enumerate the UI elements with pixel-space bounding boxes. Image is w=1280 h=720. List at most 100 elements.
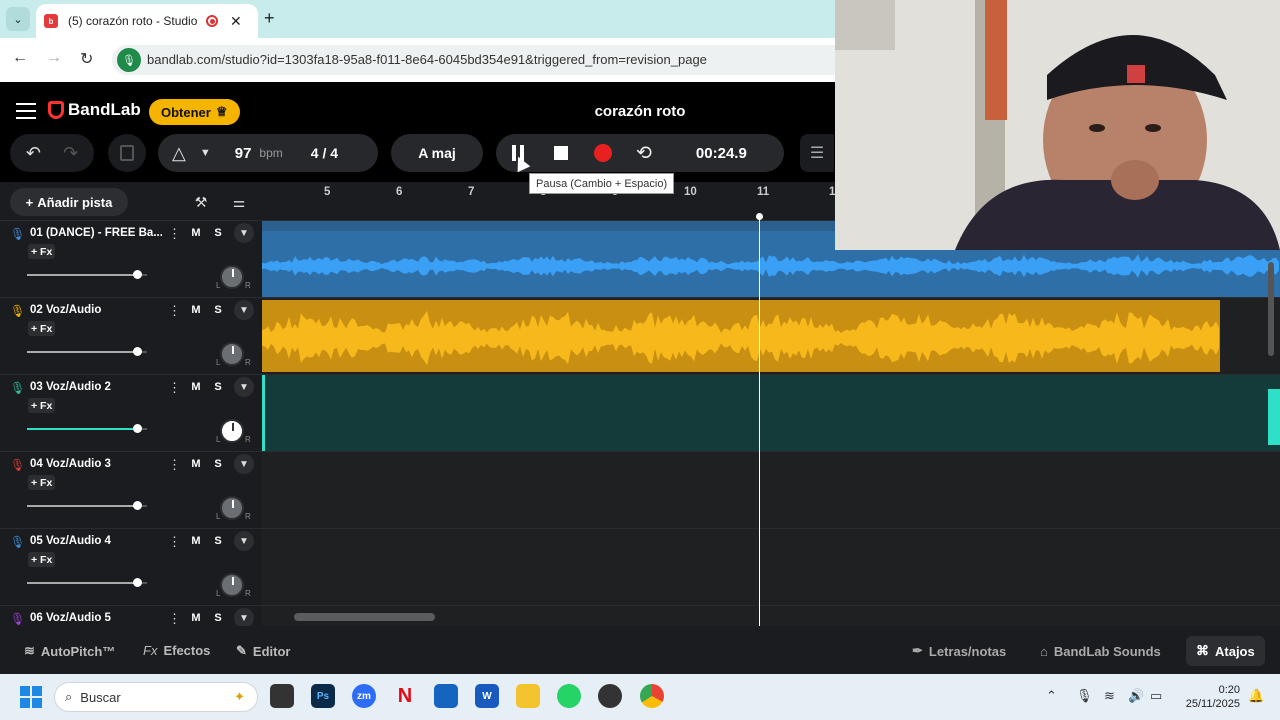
editor-button[interactable]: ✎ Editor — [236, 643, 290, 659]
track-name[interactable]: 04 Voz/Audio 3 — [30, 458, 162, 470]
zoom-icon[interactable]: zm — [352, 684, 376, 708]
more-options-icon[interactable]: ⋮ — [168, 380, 181, 396]
chrome-icon[interactable] — [640, 684, 664, 708]
solo-button[interactable]: S — [208, 454, 228, 474]
solo-button[interactable]: S — [208, 608, 228, 628]
tab-close-button[interactable]: ✕ — [230, 13, 242, 30]
add-track-button[interactable]: + Añadir pista — [10, 188, 128, 216]
url-text[interactable]: bandlab.com/studio?id=1303fa18-95a8-f011… — [147, 52, 707, 67]
microphone-icon[interactable]: 🎙 — [10, 612, 25, 626]
volume-slider-handle[interactable] — [133, 270, 142, 279]
chevron-down-icon[interactable]: ▼ — [234, 608, 254, 628]
mixer-icon[interactable]: ☰ — [800, 134, 834, 172]
chevron-down-icon[interactable]: ▼ — [234, 223, 254, 243]
notification-bell-icon[interactable]: 🔔 — [1248, 688, 1264, 704]
mute-button[interactable]: M — [186, 223, 206, 243]
photoshop-icon[interactable]: Ps — [311, 684, 335, 708]
redo-icon[interactable]: ↷ — [63, 143, 78, 164]
netflix-icon[interactable]: N — [393, 684, 417, 708]
taskbar-search[interactable]: ⌕ Buscar ✦ — [54, 682, 258, 712]
solo-button[interactable]: S — [208, 531, 228, 551]
chevron-down-icon[interactable]: ⌄ — [6, 7, 30, 31]
autopitch-button[interactable]: ≋ AutoPitch™ — [24, 643, 115, 659]
microphone-icon[interactable]: 🎙 — [10, 458, 25, 472]
pan-knob[interactable] — [220, 419, 244, 443]
vertical-scrollbar[interactable] — [1268, 262, 1274, 356]
mute-button[interactable]: M — [186, 531, 206, 551]
word-icon[interactable]: W — [475, 684, 499, 708]
bandlab-logo[interactable]: BandLab — [48, 100, 141, 120]
microphone-icon[interactable]: 🎙 — [1076, 688, 1093, 704]
add-fx-button[interactable]: + Fx — [28, 244, 56, 259]
microphone-icon[interactable]: 🎙 — [10, 227, 25, 241]
microphone-icon[interactable]: 🎙 — [10, 381, 25, 395]
project-title[interactable]: corazón roto — [560, 103, 720, 120]
shortcuts-button[interactable]: ⌘ Atajos — [1186, 636, 1265, 666]
lyrics-button[interactable]: ✒ Letras/notas — [902, 636, 1016, 666]
solo-button[interactable]: S — [208, 223, 228, 243]
metronome-toggle-button[interactable] — [108, 134, 146, 172]
pan-knob[interactable] — [220, 265, 244, 289]
pan-knob[interactable] — [220, 342, 244, 366]
track-lane[interactable] — [262, 451, 1280, 528]
track-lane[interactable] — [262, 374, 1280, 452]
solo-button[interactable]: S — [208, 377, 228, 397]
microphone-site-icon[interactable]: 🎙 — [117, 48, 141, 72]
windows-start-icon[interactable] — [20, 686, 42, 708]
volume-slider[interactable] — [27, 347, 147, 356]
battery-icon[interactable]: ▭ — [1150, 688, 1162, 704]
volume-slider[interactable] — [27, 578, 147, 587]
more-options-icon[interactable]: ⋮ — [168, 226, 181, 242]
chevron-down-icon[interactable]: ▼ — [234, 300, 254, 320]
system-clock[interactable]: 0:20 25/11/2025 — [1172, 683, 1240, 711]
time-signature[interactable]: 4 / 4 — [311, 145, 338, 161]
effects-button[interactable]: Fx Efectos — [143, 643, 210, 658]
playhead[interactable] — [759, 216, 760, 626]
mute-button[interactable]: M — [186, 300, 206, 320]
wrench-icon[interactable]: ⚒ — [188, 190, 214, 214]
metronome-icon[interactable]: △ — [172, 143, 186, 164]
mute-button[interactable]: M — [186, 608, 206, 628]
add-fx-button[interactable]: + Fx — [28, 475, 56, 490]
sliders-icon[interactable]: ⚌ — [226, 190, 252, 214]
track-name[interactable]: 01 (DANCE) - FREE Ba... — [30, 227, 162, 239]
microphone-icon[interactable]: 🎙 — [10, 535, 25, 549]
playhead-handle[interactable] — [756, 213, 763, 220]
pan-knob[interactable] — [220, 573, 244, 597]
track-header[interactable]: 🎙 01 (DANCE) - FREE Ba... ⋮ M S ▼ + Fx L R — [0, 220, 262, 297]
volume-slider[interactable] — [27, 270, 147, 279]
whatsapp-icon[interactable] — [557, 684, 581, 708]
undo-icon[interactable]: ↶ — [26, 143, 41, 164]
chevron-up-icon[interactable]: ⌃ — [1046, 688, 1057, 704]
mute-button[interactable]: M — [186, 454, 206, 474]
more-options-icon[interactable]: ⋮ — [168, 457, 181, 473]
solo-button[interactable]: S — [208, 300, 228, 320]
chevron-down-icon[interactable]: ▼ — [200, 147, 211, 159]
microsoft-store-icon[interactable] — [434, 684, 458, 708]
stop-icon[interactable] — [554, 146, 568, 160]
more-options-icon[interactable]: ⋮ — [168, 534, 181, 550]
track-name[interactable]: 03 Voz/Audio 2 — [30, 381, 162, 393]
chevron-down-icon[interactable]: ▼ — [234, 377, 254, 397]
loop-icon[interactable]: ⟲ — [636, 142, 652, 165]
track-header[interactable]: 🎙 02 Voz/Audio ⋮ M S ▼ + Fx L R — [0, 297, 262, 374]
record-icon[interactable] — [594, 144, 612, 162]
volume-slider-handle[interactable] — [133, 578, 142, 587]
key-selector[interactable]: A maj — [391, 134, 483, 172]
bpm-value[interactable]: 97 — [235, 145, 252, 162]
menu-icon[interactable] — [16, 103, 36, 119]
horizontal-scrollbar[interactable] — [294, 613, 435, 621]
volume-slider[interactable] — [27, 501, 147, 510]
browser-tab[interactable]: b (5) corazón roto - Studio ✕ — [36, 4, 258, 38]
more-options-icon[interactable]: ⋮ — [168, 303, 181, 319]
track-header[interactable]: 🎙 04 Voz/Audio 3 ⋮ M S ▼ + Fx L R — [0, 451, 262, 528]
wifi-icon[interactable]: ≋ — [1104, 688, 1115, 704]
back-arrow-icon[interactable]: ← — [12, 49, 28, 67]
mute-button[interactable]: M — [186, 377, 206, 397]
pan-knob[interactable] — [220, 496, 244, 520]
track-lane[interactable] — [262, 528, 1280, 605]
microphone-icon[interactable]: 🎙 — [10, 304, 25, 318]
file-explorer-task-view-icon[interactable] — [270, 684, 294, 708]
add-fx-button[interactable]: + Fx — [28, 321, 56, 336]
add-fx-button[interactable]: + Fx — [28, 552, 56, 567]
